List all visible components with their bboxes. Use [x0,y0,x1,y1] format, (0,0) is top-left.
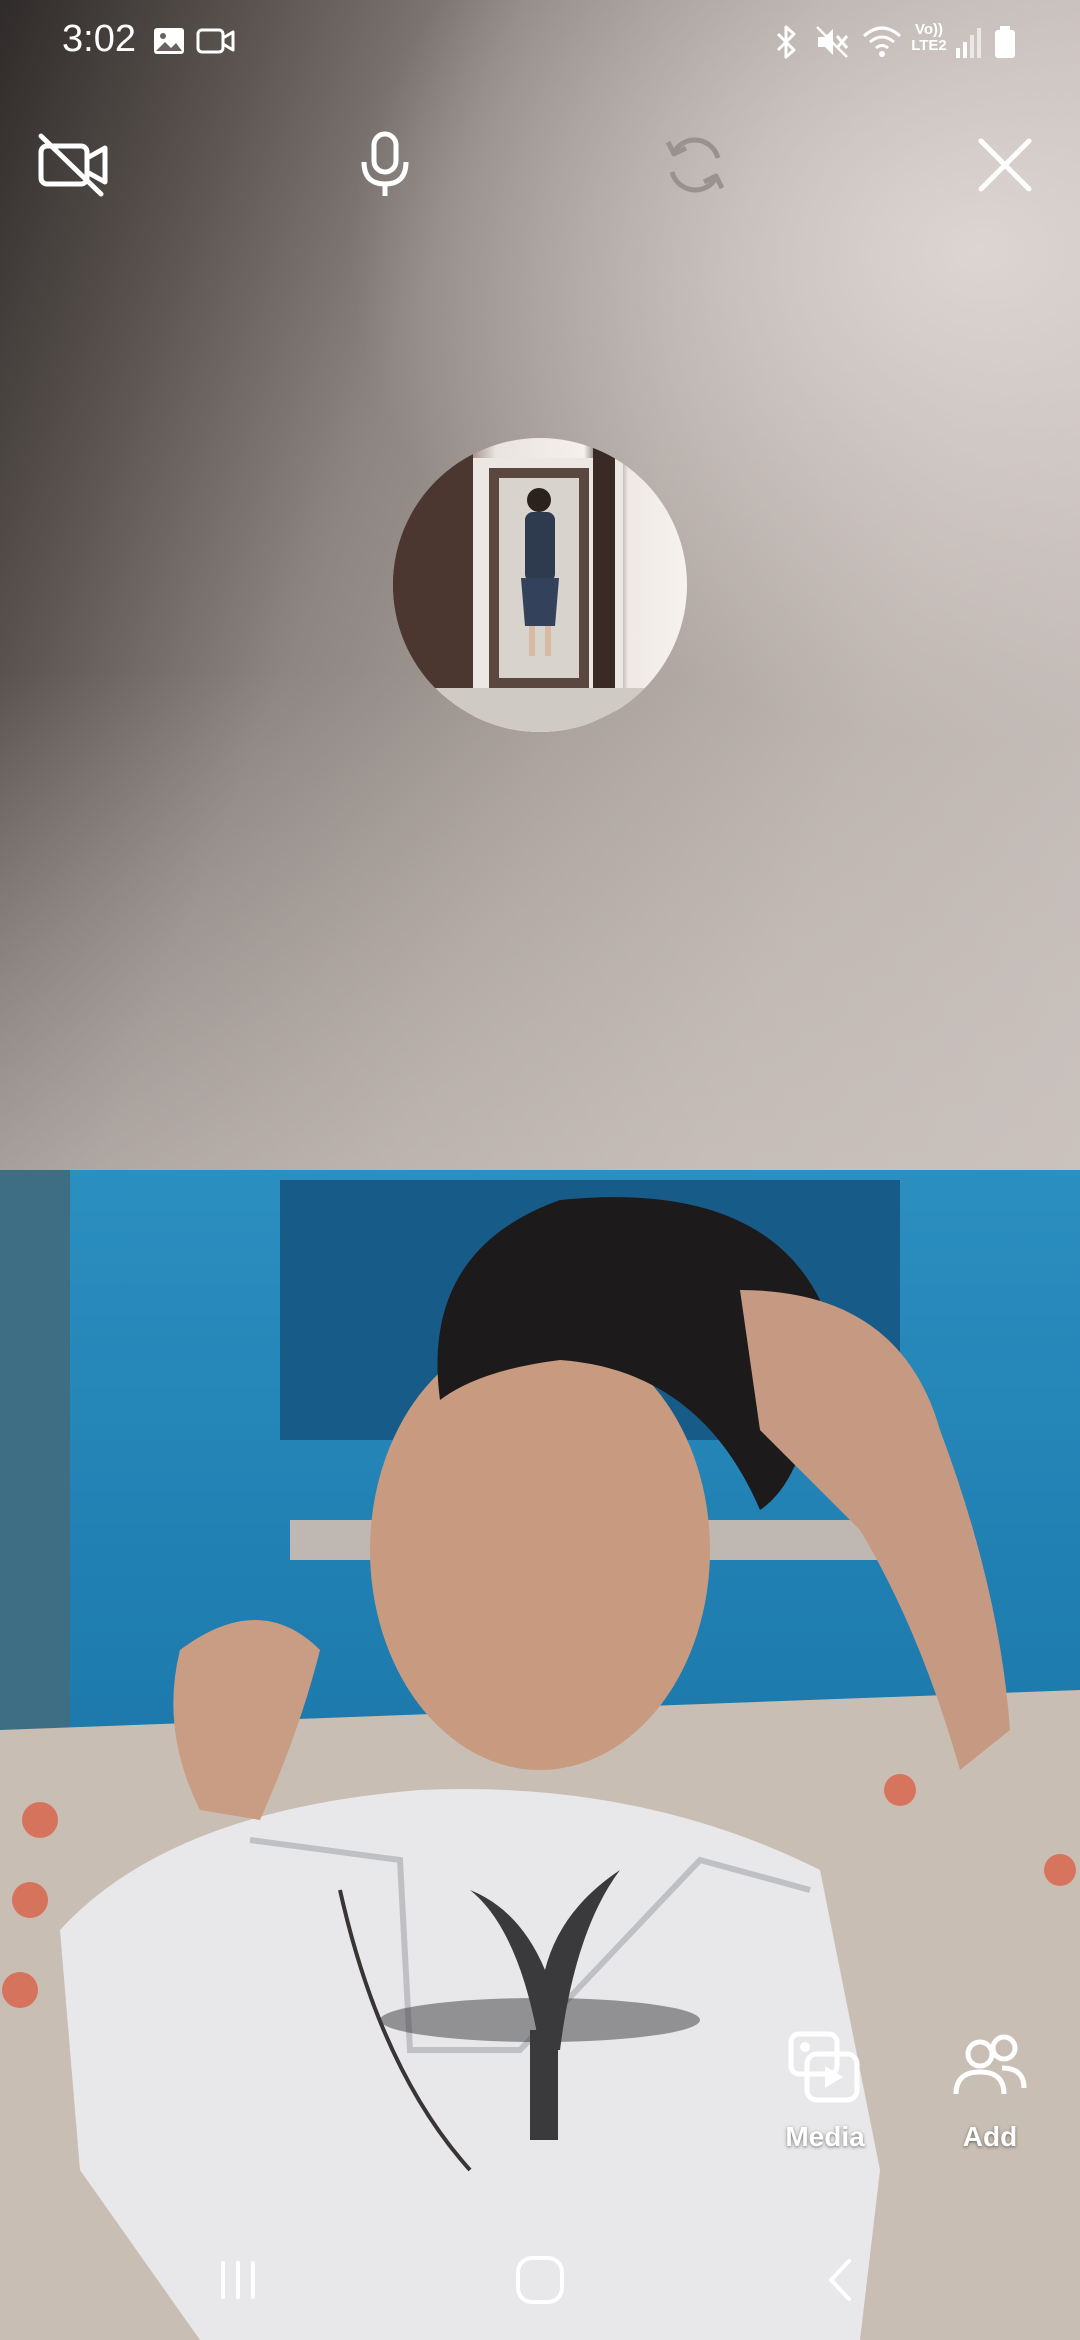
media-button[interactable]: Media [760,2030,890,2153]
add-label: Add [962,2121,1018,2152]
switch-camera-button[interactable] [650,120,740,210]
remote-pane-fade [0,670,1080,1170]
remote-user-avatar [393,438,687,732]
back-icon [829,2259,851,2301]
video-icon [196,28,235,54]
camera-off-button[interactable] [28,120,118,210]
battery-icon [995,26,1015,58]
add-participant-button[interactable]: Add [925,2030,1055,2153]
local-video-pane [0,1170,1080,2340]
add-people-icon [953,2034,1027,2095]
status-time: 3:02 [62,18,136,60]
volte-label: Vo)) [914,21,944,38]
local-camera-feed [0,1170,1080,2340]
recents-icon [221,2261,255,2299]
microphone-button[interactable] [340,120,430,210]
end-call-button[interactable] [960,120,1050,210]
home-icon [516,2256,564,2304]
gallery-icon [154,28,184,54]
close-icon [978,138,1032,192]
home-button[interactable] [495,2245,585,2315]
video-off-icon [38,133,108,197]
status-bar: 3:02 Vo)) LTE2 [0,0,1080,90]
bluetooth-icon [776,25,796,59]
lte-label: LTE2 [911,37,947,54]
mute-icon [816,26,849,58]
back-button[interactable] [797,2245,887,2315]
navigation-bar [0,2220,1080,2340]
wifi-icon [863,26,901,57]
media-icon [788,2031,860,2103]
volte-icon: Vo)) LTE2 [906,22,952,54]
recents-button[interactable] [193,2245,283,2315]
microphone-icon [361,131,409,196]
switch-camera-icon [665,137,725,193]
media-label: Media [785,2121,865,2152]
signal-icon [956,28,981,58]
avatar-photo [393,438,687,732]
